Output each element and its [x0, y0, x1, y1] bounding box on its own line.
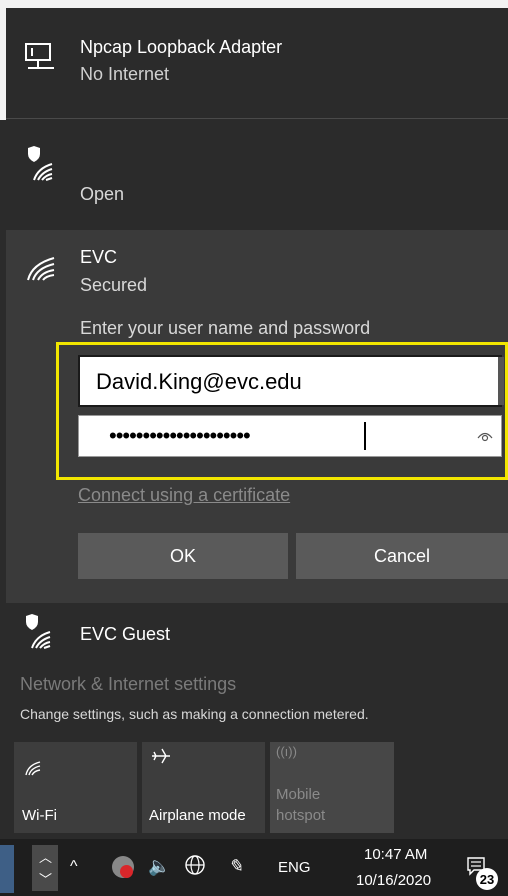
clock-time[interactable]: 10:47 AM	[364, 846, 427, 863]
ethernet-icon	[24, 42, 58, 72]
text-cursor	[364, 422, 366, 450]
password-input[interactable]: •••••••••••••••••••••	[78, 415, 502, 457]
wifi-icon	[24, 254, 58, 282]
tile-label: Mobile	[276, 786, 321, 803]
network-item-evc-guest[interactable]: EVC Guest	[6, 604, 508, 664]
network-status: No Internet	[80, 64, 170, 84]
cancel-button[interactable]: Cancel	[296, 533, 508, 579]
settings-description: Change settings, such as making a connec…	[20, 706, 369, 722]
chevron-up-icon: ︿	[39, 850, 53, 865]
notification-count-badge: 23	[476, 868, 498, 890]
divider	[6, 118, 508, 119]
tile-airplane-mode[interactable]: Airplane mode	[142, 742, 265, 833]
network-name: EVC Guest	[80, 624, 171, 644]
wifi-shield-icon	[22, 614, 56, 652]
hotspot-icon: ((ı))	[276, 744, 297, 759]
chevron-down-icon: ﹀	[39, 872, 53, 887]
globe-network-icon[interactable]	[184, 854, 206, 876]
security-alert-icon[interactable]	[112, 856, 134, 878]
network-name: Npcap Loopback Adapter	[80, 37, 283, 57]
network-item-loopback[interactable]: Npcap Loopback Adapter No Internet	[6, 8, 508, 118]
username-value: David.King@evc.edu	[96, 369, 302, 394]
tile-label: Wi-Fi	[22, 807, 57, 824]
show-hidden-icons-button[interactable]: ︿ ﹀	[32, 845, 58, 891]
tile-label: hotspot	[276, 807, 326, 824]
volume-icon[interactable]: 🔈	[148, 856, 170, 877]
username-input[interactable]: David.King@evc.edu	[78, 355, 502, 407]
airplane-icon	[150, 746, 172, 766]
network-status: Open	[80, 184, 125, 204]
ok-button[interactable]: OK	[78, 533, 288, 579]
language-indicator[interactable]: ENG	[278, 859, 311, 876]
tile-wifi[interactable]: Wi-Fi	[14, 742, 137, 833]
background-window-strip	[0, 0, 508, 8]
tile-mobile-hotspot[interactable]: ((ı)) Mobile hotspot	[270, 742, 394, 833]
network-name: EVC	[80, 247, 118, 267]
connect-certificate-link[interactable]: Connect using a certificate	[78, 485, 290, 506]
password-mask: •••••••••••••••••••••	[109, 423, 251, 448]
wifi-shield-icon	[24, 146, 58, 184]
wifi-icon	[24, 760, 42, 776]
chevron-up-icon[interactable]: ^	[70, 858, 78, 876]
tile-label: Airplane mode	[149, 807, 246, 824]
credentials-prompt: Enter your user name and password	[80, 318, 371, 338]
network-settings-link[interactable]: Network & Internet settings	[20, 674, 236, 695]
reveal-password-icon[interactable]	[477, 430, 493, 442]
network-item-open[interactable]: Open	[6, 140, 508, 220]
input-edge	[498, 357, 504, 405]
pen-icon[interactable]: ✎	[228, 856, 243, 877]
network-status: Secured	[80, 275, 148, 295]
clock-date[interactable]: 10/16/2020	[356, 872, 431, 889]
app-icon-partial[interactable]	[0, 845, 14, 893]
